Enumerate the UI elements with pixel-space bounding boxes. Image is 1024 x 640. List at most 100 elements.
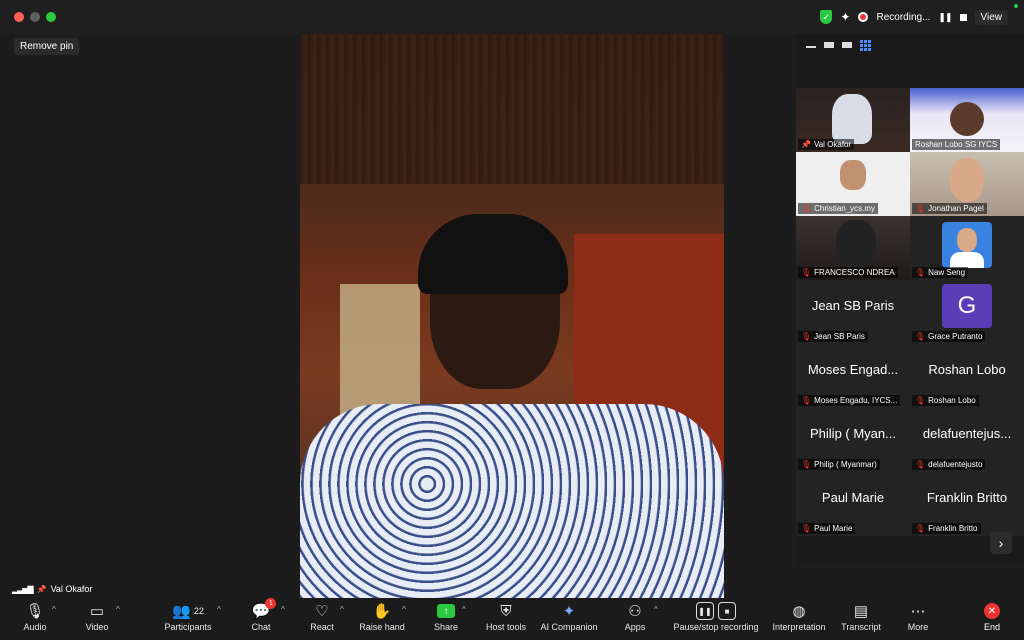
participant-name: Philip ( Myanmar) [814,460,877,469]
minimize-window-button[interactable] [30,12,40,22]
participant-label: 🎙 Christian_ycs.my [798,203,879,214]
interpretation-button[interactable]: ◍ Interpretation [770,600,828,638]
participant-label: 🎙 Paul Marie [798,523,856,534]
audio-options-caret[interactable]: ^ [52,605,56,614]
view-button[interactable]: View [974,9,1008,25]
strip-view-icon[interactable] [824,42,834,48]
pin-icon: 📌 [36,584,47,594]
audio-button[interactable]: 🎙 Audio [20,600,50,638]
muted-mic-icon: 🎙 [801,268,812,277]
heart-icon: ♡ [315,603,329,620]
recording-indicator-icon [858,12,869,22]
video-ceiling [300,34,724,184]
remove-pin-button[interactable]: Remove pin [14,38,80,55]
speaker-view-icon[interactable] [842,42,852,48]
muted-mic-icon: 🎙 [801,524,812,533]
zoom-window-button[interactable] [46,12,56,22]
participant-tile[interactable]: 🎙 Christian_ycs.my [796,152,910,216]
chat-options-caret[interactable]: ^ [281,605,285,614]
gallery-view-icon[interactable] [860,40,871,51]
muted-mic-icon: 🎙 [915,268,926,277]
participant-tile[interactable]: Moses Engad... 🎙 Moses Engadu, IYCS... [796,344,910,408]
muted-mic-icon: 🎙 [915,524,926,533]
participants-label: Participants [164,622,212,632]
participant-tile[interactable]: Philip ( Myan... 🎙 Philip ( Myanmar) [796,408,910,472]
video-button[interactable]: ▭ Video [82,600,112,638]
participant-tile[interactable]: Franklin Britto 🎙 Franklin Britto [910,472,1024,536]
share-screen-icon: ↑ [437,604,455,618]
apps-icon: ⚇ [628,603,642,620]
raise-hand-button[interactable]: ✋ Raise hand [358,600,406,638]
participant-tile[interactable]: G 🎙 Grace Putranto [910,280,1024,344]
share-button[interactable]: ↑ Share [432,600,460,638]
participant-name: Val Okafor [813,140,852,149]
participant-label: 🎙 delafuentejusto [912,459,986,470]
ai-sparkle-icon[interactable]: ✦ [840,10,850,24]
transcript-icon: ▤ [853,603,869,620]
share-label: Share [433,622,459,632]
recording-label: Recording... [876,11,931,23]
tile-video-person [950,158,984,202]
stop-icon[interactable]: ■ [718,602,736,620]
share-options-caret[interactable]: ^ [462,605,466,614]
participant-tile[interactable]: Roshan Lobo SG IYCS [910,88,1024,152]
participant-tile[interactable]: Paul Marie 🎙 Paul Marie [796,472,910,536]
participant-name: Franklin Britto [928,524,978,533]
participants-options-caret[interactable]: ^ [217,605,221,614]
hand-icon: ✋ [372,603,392,620]
pause-icon[interactable]: ❚❚ [696,602,714,620]
globe-icon: ◍ [792,603,806,620]
transcript-button[interactable]: ▤ Transcript [840,600,882,638]
video-window [340,284,420,424]
participant-label: Roshan Lobo SG IYCS [912,139,1001,150]
stop-recording-icon[interactable] [959,13,967,21]
chat-label: Chat [251,622,271,632]
host-tools-button[interactable]: ⛨ Host tools [484,600,528,638]
muted-mic-icon: 🎙 [801,396,812,405]
tile-video-person [950,102,984,136]
participant-tile[interactable]: delafuentejus... 🎙 delafuentejusto [910,408,1024,472]
pause-stop-recording-button[interactable]: ❚❚ ■ Pause/stop recording [672,600,760,638]
next-page-button[interactable]: › [990,532,1012,554]
muted-mic-icon: 🎙 [915,396,926,405]
more-button[interactable]: ⋯ More [904,600,932,638]
host-tools-label: Host tools [485,622,527,632]
tile-video-person [840,160,866,190]
participant-name: Jean SB Paris [814,332,865,341]
participant-tile[interactable]: 🎙 Jonathan Pagel [910,152,1024,216]
participants-button[interactable]: 👥 22 Participants [162,600,214,638]
participant-tile[interactable]: 🎙 FRANCESCO NDREA [796,216,910,280]
apps-options-caret[interactable]: ^ [654,605,658,614]
minimize-panel-icon[interactable] [806,46,816,48]
video-options-caret[interactable]: ^ [116,605,120,614]
pin-icon: 📌 [801,140,811,149]
active-speaker-label: ▂▃▅▇ 📌 Val Okafor [12,584,92,594]
ai-companion-button[interactable]: ✦ AI Companion [538,600,600,638]
muted-mic-icon: 🎙 [915,332,926,341]
participant-tile[interactable]: Jean SB Paris 🎙 Jean SB Paris [796,280,910,344]
participant-tile[interactable]: 📌 Val Okafor [796,88,910,152]
raise-hand-options-caret[interactable]: ^ [402,605,406,614]
microphone-icon: 🎙 [25,603,45,620]
muted-mic-icon: 🎙 [915,204,926,213]
participant-name: Paul Marie [814,524,853,533]
close-window-button[interactable] [14,12,24,22]
participant-name: Roshan Lobo [928,396,976,405]
share-icon-wrap: ↑ [437,600,455,622]
participant-tile[interactable]: Roshan Lobo 🎙 Roshan Lobo [910,344,1024,408]
apps-button[interactable]: ⚇ Apps [622,600,648,638]
react-button[interactable]: ♡ React [308,600,336,638]
participant-display-name: delafuentejus... [922,426,1012,441]
participant-tile[interactable]: 🎙 Naw Seng [910,216,1024,280]
react-options-caret[interactable]: ^ [340,605,344,614]
end-meeting-button[interactable]: ✕ End [980,600,1004,638]
participant-name: Jonathan Pagel [928,204,984,213]
pause-recording-icon[interactable]: ❚❚ [938,12,952,23]
video-person-cap [418,214,568,294]
active-speaker-video[interactable] [300,34,724,600]
participant-display-name: Roshan Lobo [928,362,1006,377]
encryption-shield-icon[interactable]: ✓ [820,10,833,24]
chat-button[interactable]: 💬 1 Chat [248,598,277,638]
signal-bars-icon: ▂▃▅▇ [12,584,34,594]
pause-stop-recording-label: Pause/stop recording [673,622,759,632]
